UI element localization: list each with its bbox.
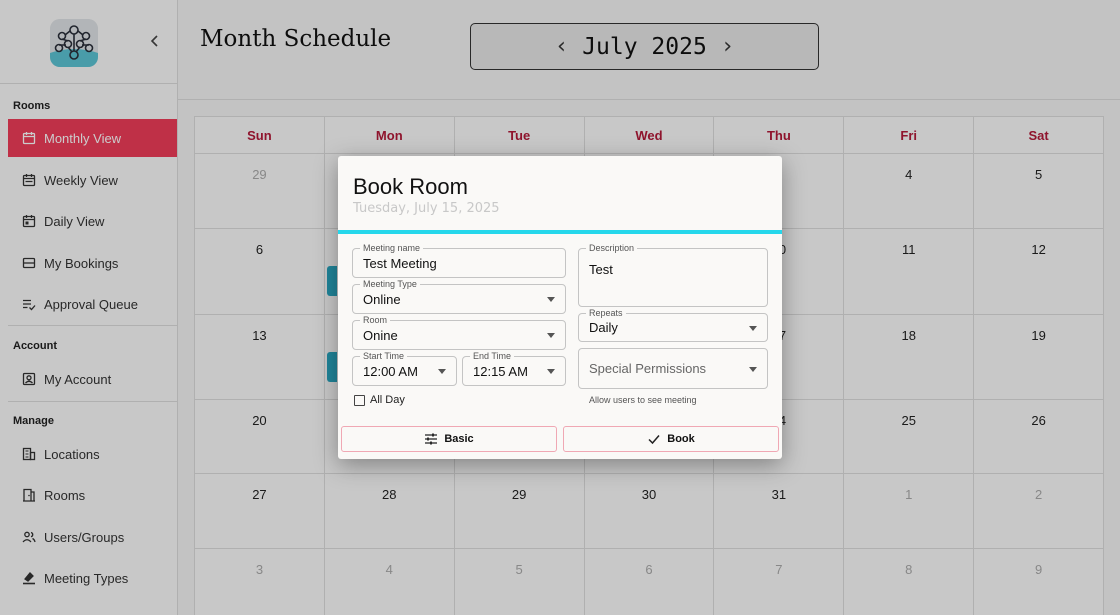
start-time-select[interactable]: Start Time 12:00 AM: [352, 350, 457, 386]
check-icon: [648, 435, 660, 445]
dropdown-arrow-icon: [749, 325, 757, 331]
checkbox-icon: [354, 394, 365, 406]
field-label: Start Time: [360, 350, 408, 362]
permissions-helper-text: Allow users to see meeting: [589, 395, 697, 405]
dropdown-arrow-icon: [438, 369, 446, 374]
button-label: Book: [667, 433, 695, 445]
basic-button[interactable]: Basic: [341, 426, 557, 452]
field-value: Test: [589, 262, 613, 277]
dialog-date: Tuesday, July 15, 2025: [353, 201, 500, 216]
field-value: 12:15 AM: [473, 364, 528, 379]
field-label: End Time: [470, 350, 515, 362]
field-value: Test Meeting: [363, 256, 437, 271]
all-day-checkbox[interactable]: All Day: [354, 394, 405, 406]
checkbox-label: All Day: [370, 394, 405, 406]
book-button[interactable]: Book: [563, 426, 779, 452]
button-label: Basic: [444, 433, 474, 445]
dropdown-arrow-icon: [547, 297, 555, 302]
room-select[interactable]: Room Onine: [352, 314, 566, 350]
field-value: Daily: [589, 320, 618, 335]
dropdown-arrow-icon: [547, 369, 555, 374]
dropdown-arrow-icon: [547, 333, 555, 338]
book-room-dialog: Book Room Tuesday, July 15, 2025 Meeting…: [338, 156, 782, 459]
dropdown-arrow-icon: [749, 366, 757, 372]
field-placeholder: Special Permissions: [589, 361, 707, 376]
field-value: Online: [363, 292, 401, 307]
dialog-accent-bar: [338, 230, 782, 234]
field-value: 12:00 AM: [363, 364, 418, 379]
field-label: Room: [360, 314, 391, 326]
field-label: Meeting Type: [360, 278, 420, 290]
field-value: Onine: [363, 328, 398, 343]
end-time-select[interactable]: End Time 12:15 AM: [462, 350, 566, 386]
tune-icon: [425, 433, 438, 445]
meeting-type-select[interactable]: Meeting Type Online: [352, 278, 566, 314]
field-label: Meeting name: [360, 242, 424, 254]
description-field[interactable]: Description Test: [578, 242, 768, 307]
field-label: Repeats: [586, 307, 626, 319]
repeats-select[interactable]: Repeats Daily: [578, 307, 768, 342]
special-permissions-select[interactable]: Special Permissions: [578, 348, 768, 389]
meeting-name-field[interactable]: Meeting name Test Meeting: [352, 242, 566, 278]
field-label: Description: [586, 242, 638, 254]
dialog-title: Book Room: [353, 174, 468, 199]
